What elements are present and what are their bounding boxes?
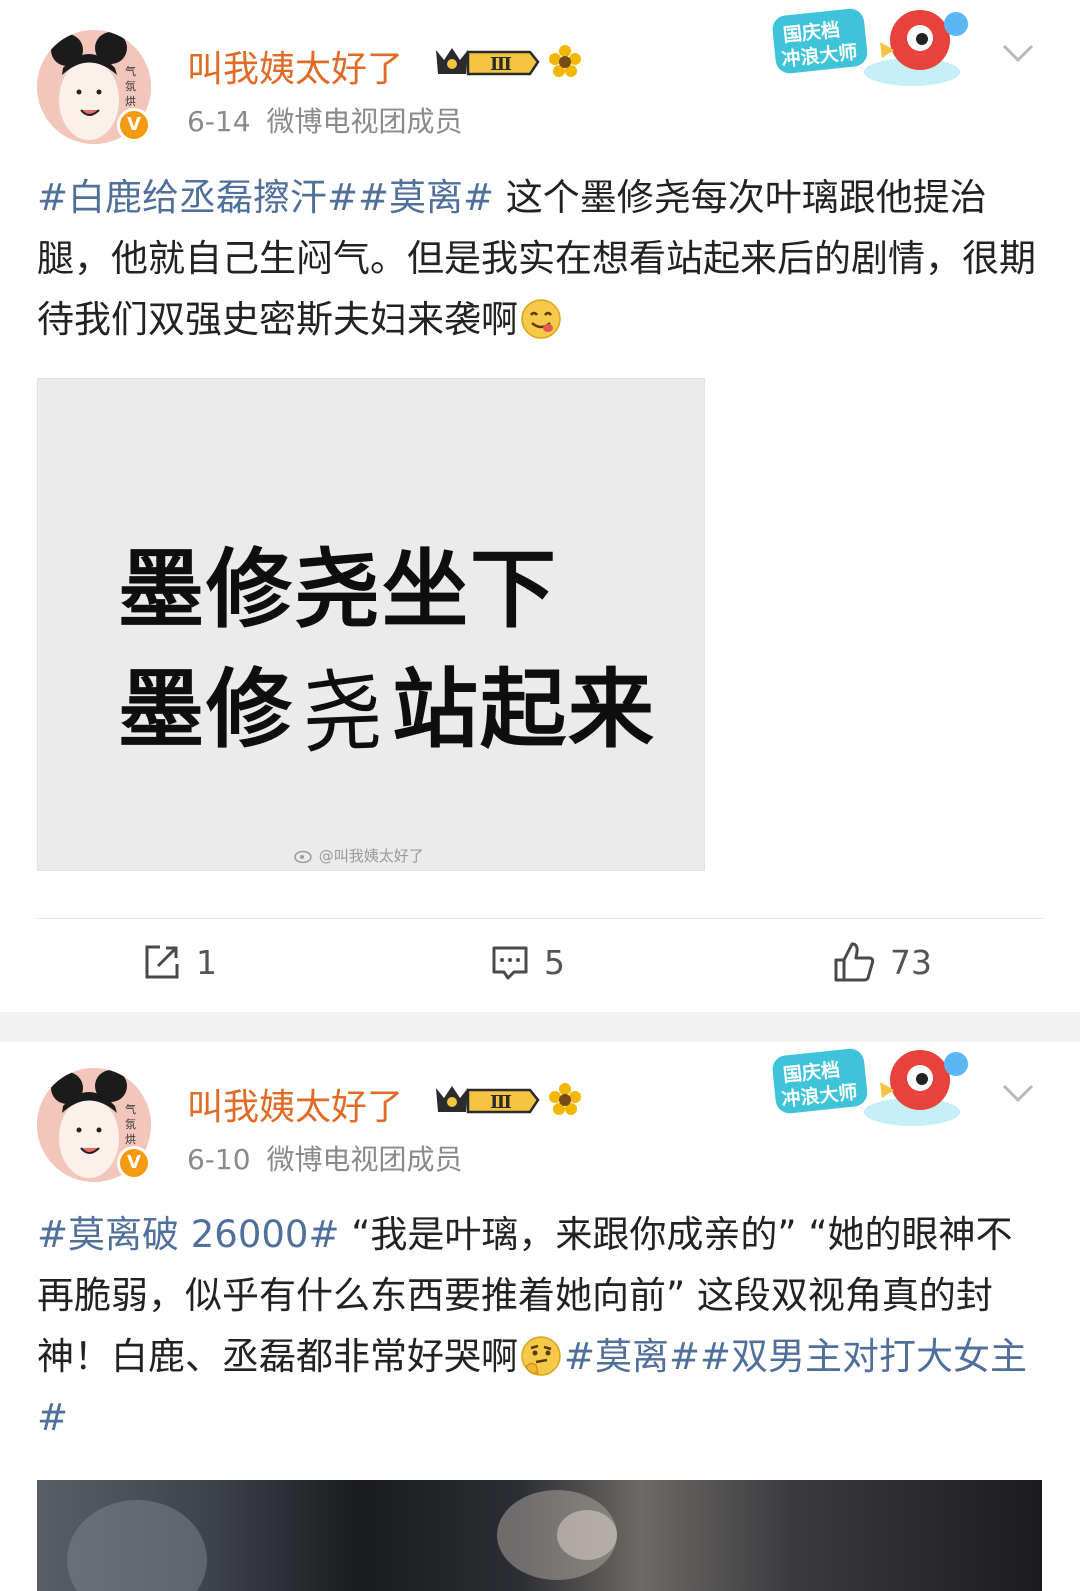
post-card-1: 气 氛 烘 V 叫我姨太好了 Ⅲ 6-14 微博电视团成员 国庆档 冲浪大师 #白… [0,0,1080,1012]
flower-icon [549,45,581,77]
flower-icon [549,1083,581,1115]
post-source: 微博电视团成员 [266,1143,463,1176]
verified-icon: V [117,108,151,142]
divider [37,918,1043,919]
chevron-down-icon[interactable] [1000,1082,1036,1104]
image-watermark: @叫我姨太好了 [294,845,424,866]
hashtag-link[interactable]: #莫离破 26000# [37,1213,339,1256]
post-source: 微博电视团成员 [266,105,463,138]
like-button[interactable]: 73 [832,940,932,984]
like-count: 73 [890,942,932,982]
svg-text:气: 气 [125,64,136,78]
post-meta: 6-14 微博电视团成员 [187,100,463,140]
post-date: 6-10 [187,1143,251,1176]
promo-badge[interactable]: 国庆档 冲浪大师 [770,1042,980,1134]
image-text-line-2: 墨修尧站起来 [118,639,656,766]
repost-icon [145,945,179,979]
chevron-down-icon[interactable] [1000,42,1036,64]
svg-text:Ⅲ: Ⅲ [490,54,512,75]
svg-text:烘: 烘 [125,94,136,108]
crown-level-icon: Ⅲ [436,1086,540,1114]
yum-emoji-icon [521,299,561,339]
thinking-emoji-icon [521,1336,561,1376]
image-handwritten-char: 尧 [300,658,386,766]
repost-button[interactable]: 1 [142,940,217,984]
svg-text:氛: 氛 [125,1118,136,1131]
svg-text:氛: 氛 [125,80,136,93]
post-image[interactable]: 墨修尧坐下 墨修尧站起来 @叫我姨太好了 [37,378,705,871]
comment-count: 5 [544,942,565,982]
post-meta: 6-10 微博电视团成员 [187,1138,463,1178]
svg-text:气: 气 [125,1102,136,1116]
post-text: #莫离破 26000# “我是叶璃，来跟你成亲的” “她的眼神不再脆弱，似乎有什… [37,1204,1047,1448]
hashtag-link[interactable]: #莫离# [358,176,494,219]
crown-level-icon: Ⅲ [436,48,540,76]
post-date: 6-14 [187,105,251,138]
promo-badge[interactable]: 国庆档 冲浪大师 [770,2,980,94]
image-text-part: 墨修 [118,660,294,760]
comment-button[interactable]: 5 [490,940,565,984]
image-text-part: 站起来 [392,660,656,760]
hashtag-link[interactable]: #白鹿给丞磊擦汗# [37,176,358,219]
username[interactable]: 叫我姨太好了 [187,40,403,92]
repost-count: 1 [196,942,217,982]
weibo-logo-icon [294,850,312,864]
image-text-line-1: 墨修尧坐下 [118,540,558,640]
svg-text:烘: 烘 [125,1132,136,1146]
svg-text:Ⅲ: Ⅲ [490,1092,512,1113]
hashtag-link[interactable]: #莫离# [564,1335,700,1378]
comment-icon [492,946,528,980]
username[interactable]: 叫我姨太好了 [187,1078,403,1130]
like-icon [834,942,875,982]
post-video-thumbnail[interactable] [37,1480,1042,1591]
verified-icon: V [117,1146,151,1180]
post-text: #白鹿给丞磊擦汗##莫离# 这个墨修尧每次叶璃跟他提治腿，他就自己生闷气。但是我… [37,167,1047,350]
watermark-text: @叫我姨太好了 [318,847,424,865]
